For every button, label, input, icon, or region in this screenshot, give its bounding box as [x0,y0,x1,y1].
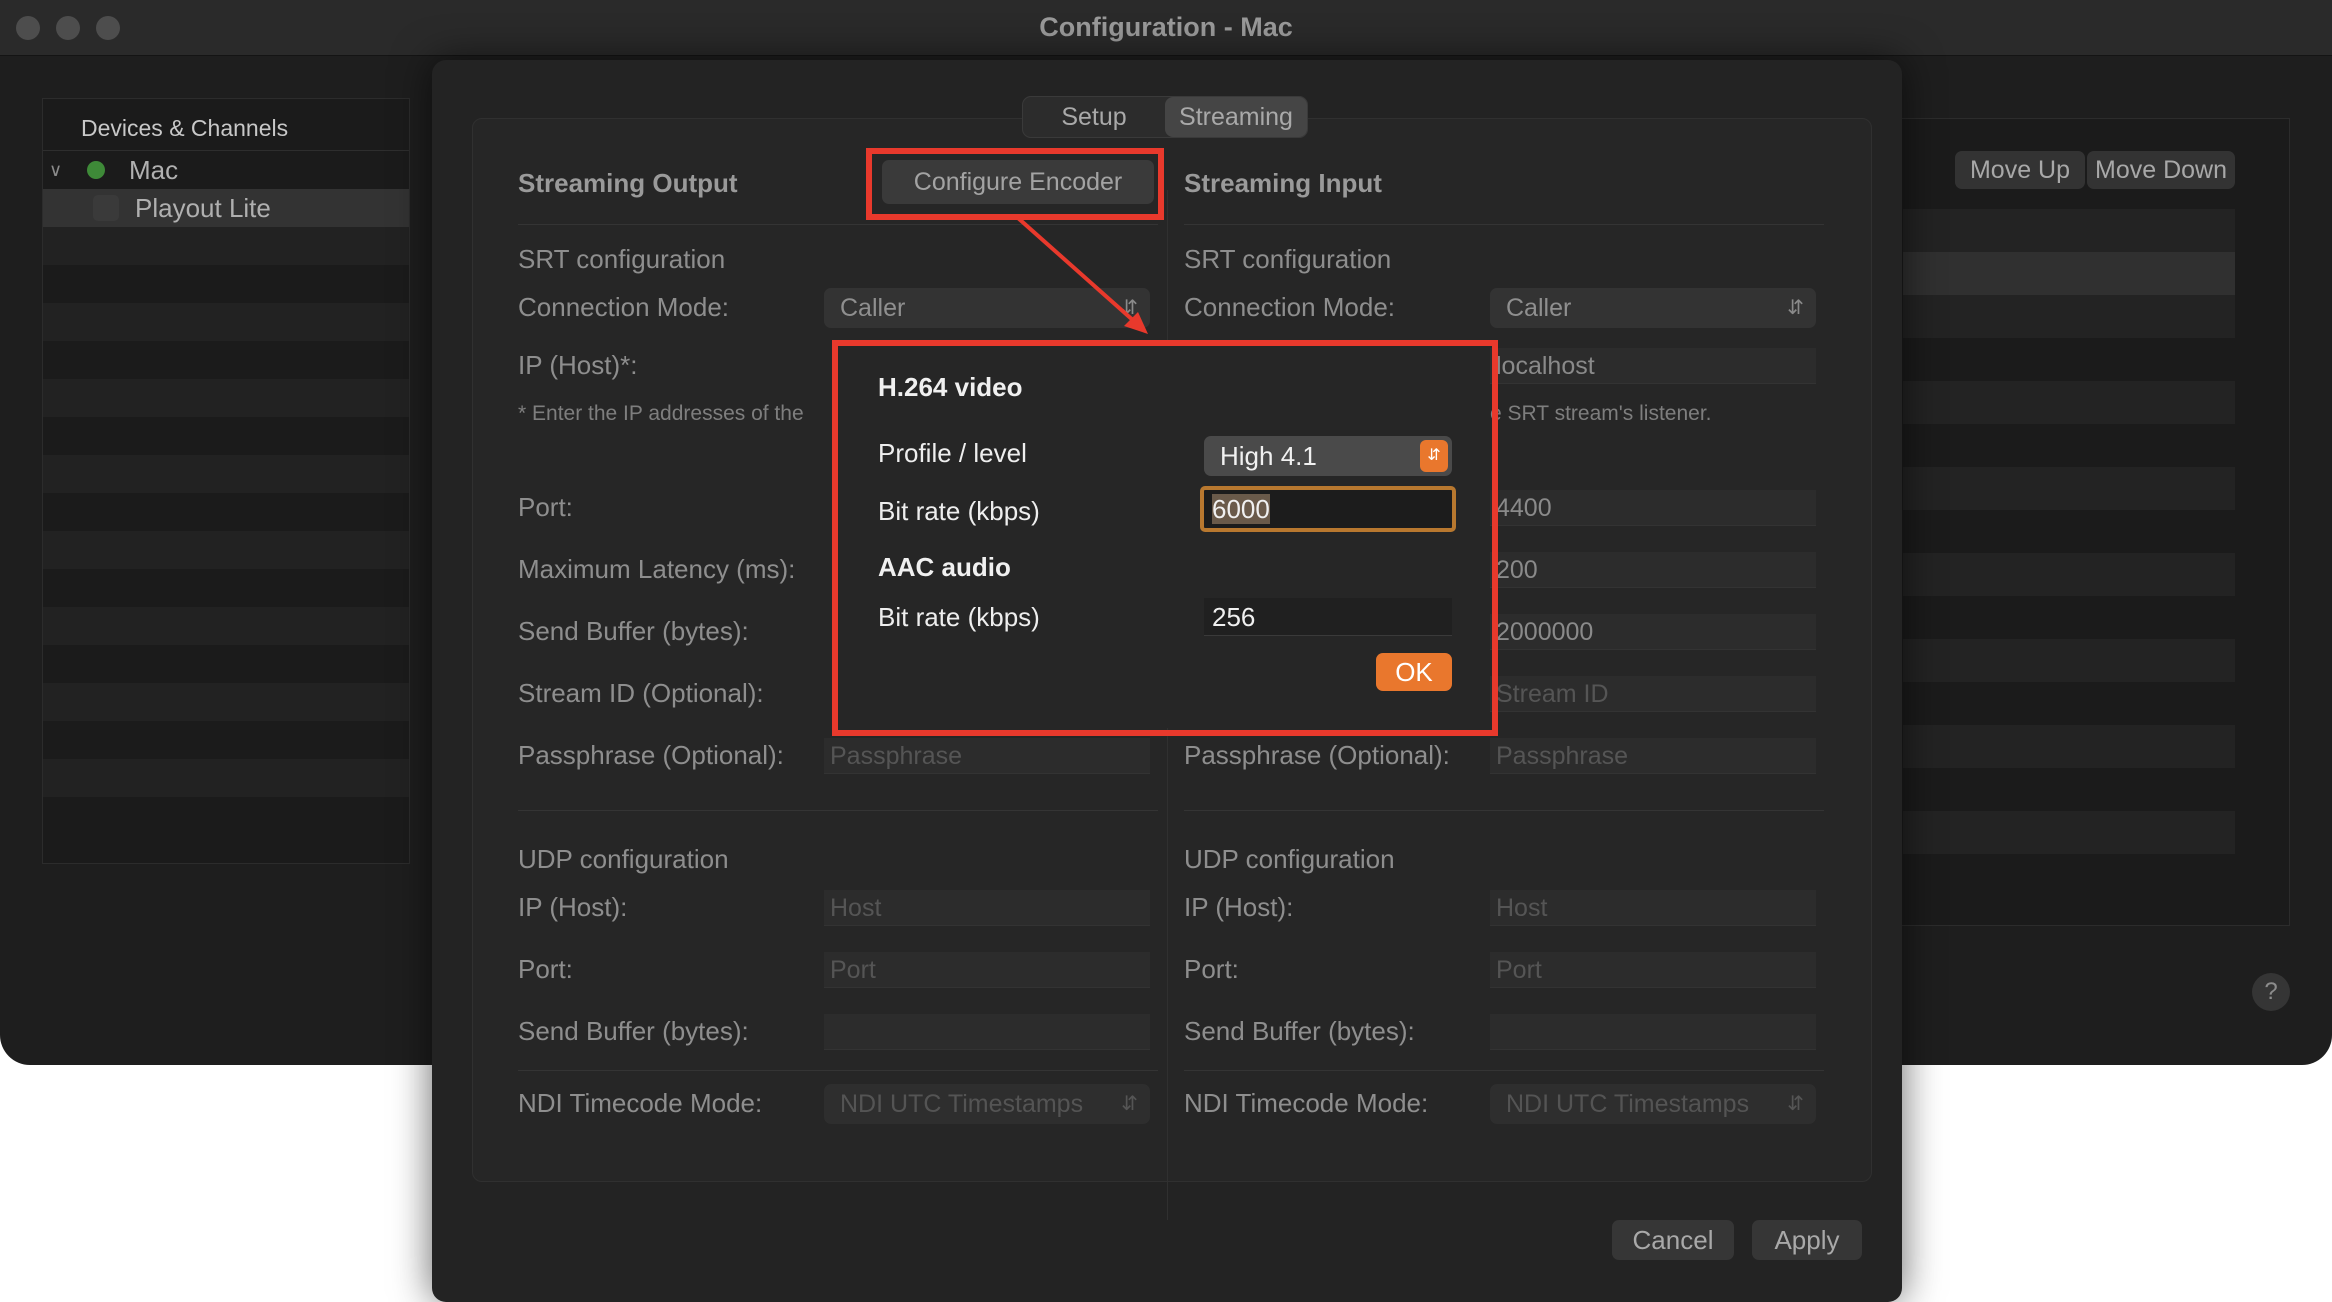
annotation-arrow [1016,216,1148,334]
screen: Configuration - Mac Devices & Channels ∨… [0,0,2332,1302]
